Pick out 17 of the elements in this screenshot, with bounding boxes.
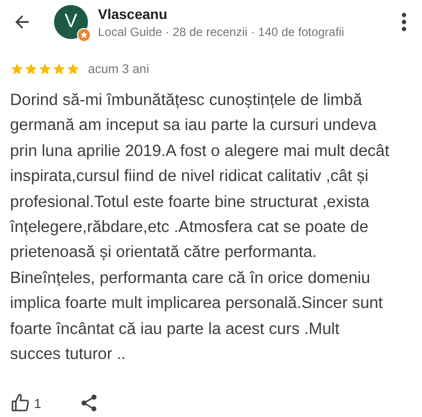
reviewer-stats: Local Guide · 28 de recenzii · 140 de fotografii [98, 24, 346, 38]
star-icon [38, 62, 52, 76]
share-icon [79, 393, 100, 414]
review-time: acum 3 ani [88, 62, 150, 76]
more-vert-icon [401, 12, 407, 32]
star-icon [10, 62, 24, 76]
user-avatar: V [54, 5, 88, 39]
like-count: 1 [34, 396, 42, 411]
local-guide-badge-icon [77, 28, 91, 42]
review-text: Dorind să-mi îmbunătățesc cunoștințele de limbă germană am inceput sa iau parte la cursuri undeva prin luna aprilie 2019.A fost o alegere mai mult decât inspirata,cursul fiind de nivel ridicat calitativ ,cât și profesional.Totul este foarte bine structurat ,exista înțelegere,răbdare,etc .Atmosfera cat se poate de prietenoasă și orientată către performanta. Bineînțeles, performanta care că în orice domeniu implica foarte mult implicarea personală.Sincer sunt foarte încântat că iau parte la acest curs .Mult succes tuturor .. [10, 90, 390, 366]
reviewer-name: Vlasceanu [98, 6, 168, 22]
star-icon [52, 62, 66, 76]
thumbs-up-icon [10, 393, 30, 414]
like-button[interactable] [10, 393, 30, 414]
star-icon [66, 62, 80, 76]
star-icon [24, 62, 38, 76]
share-button[interactable] [79, 393, 100, 414]
